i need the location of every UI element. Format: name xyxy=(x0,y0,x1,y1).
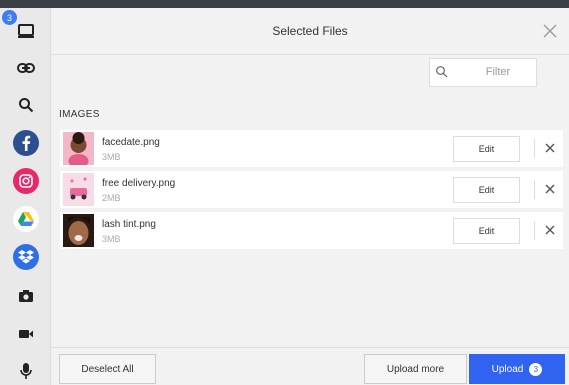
file-size: 3MB xyxy=(102,234,121,244)
panel-footer: Deselect All Upload more Upload 3 xyxy=(51,347,569,385)
google-drive-icon xyxy=(18,212,34,226)
file-row: facedate.png 3MB Edit xyxy=(60,130,563,167)
sidebar-item-search[interactable] xyxy=(13,92,39,118)
divider xyxy=(534,139,535,158)
selected-files-panel: Selected Files IMAGES facedate.png 3MB E… xyxy=(51,8,569,385)
upload-count-badge: 3 xyxy=(529,362,543,376)
camera-icon xyxy=(19,290,33,302)
file-thumbnail xyxy=(63,214,94,247)
remove-file-button[interactable] xyxy=(542,181,558,197)
file-name: facedate.png xyxy=(102,137,160,148)
search-icon xyxy=(436,66,448,78)
file-size: 2MB xyxy=(102,193,121,203)
sidebar-item-camera[interactable] xyxy=(13,283,39,309)
deselect-all-button[interactable]: Deselect All xyxy=(59,354,156,384)
section-label-images: IMAGES xyxy=(59,109,100,120)
divider xyxy=(534,180,535,199)
sidebar-item-google-drive[interactable] xyxy=(13,206,39,232)
sidebar-item-dropbox[interactable] xyxy=(13,244,39,270)
sidebar-item-video[interactable] xyxy=(13,321,39,347)
file-thumbnail xyxy=(63,173,94,206)
sidebar-item-link[interactable] xyxy=(13,55,39,81)
filter-input[interactable] xyxy=(460,65,536,79)
file-row: lash tint.png 3MB Edit xyxy=(60,212,563,249)
file-thumbnail xyxy=(63,132,94,165)
file-name: free delivery.png xyxy=(102,178,176,189)
divider xyxy=(534,221,535,240)
panel-header: Selected Files xyxy=(51,8,569,55)
microphone-icon xyxy=(20,363,32,379)
facebook-icon xyxy=(22,135,31,151)
link-icon xyxy=(17,63,35,73)
close-icon xyxy=(545,143,555,153)
sidebar-item-audio[interactable] xyxy=(13,358,39,384)
close-icon xyxy=(545,225,555,235)
instagram-icon xyxy=(19,174,33,188)
sidebar-item-my-device[interactable] xyxy=(13,18,39,44)
upload-more-button[interactable]: Upload more xyxy=(364,354,467,384)
edit-button[interactable]: Edit xyxy=(453,177,520,203)
filter-field[interactable] xyxy=(429,58,537,87)
search-icon xyxy=(19,98,34,113)
file-name: lash tint.png xyxy=(102,219,156,230)
window-top-bar xyxy=(0,0,569,8)
file-size: 3MB xyxy=(102,152,121,162)
edit-button[interactable]: Edit xyxy=(453,136,520,162)
page-title: Selected Files xyxy=(272,24,348,38)
sidebar-item-facebook[interactable] xyxy=(13,130,39,156)
monitor-icon xyxy=(18,24,34,38)
upload-label: Upload xyxy=(491,363,524,375)
dropbox-icon xyxy=(18,250,34,264)
file-row: free delivery.png 2MB Edit xyxy=(60,171,563,208)
edit-button[interactable]: Edit xyxy=(453,218,520,244)
remove-file-button[interactable] xyxy=(542,222,558,238)
upload-button[interactable]: Upload 3 xyxy=(469,354,565,384)
remove-file-button[interactable] xyxy=(542,140,558,156)
close-icon xyxy=(543,24,557,38)
video-icon xyxy=(19,330,33,338)
close-button[interactable] xyxy=(539,20,561,42)
close-icon xyxy=(545,184,555,194)
sidebar-item-instagram[interactable] xyxy=(13,168,39,194)
source-sidebar: 3 xyxy=(0,8,51,385)
